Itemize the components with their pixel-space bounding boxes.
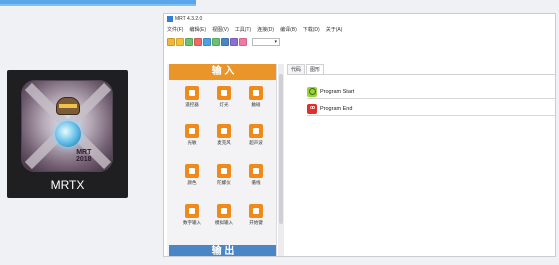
microphone-icon	[217, 124, 231, 138]
window-title: MRT 4.3.2.0	[175, 16, 203, 22]
toolbar-button-7[interactable]	[221, 38, 229, 46]
block-touch[interactable]: 触碰	[239, 86, 273, 112]
menu-edit[interactable]: 编辑(E)	[189, 26, 206, 33]
digital-input-icon	[185, 204, 199, 218]
block-digital-input[interactable]: 数字输入	[175, 204, 209, 230]
block-line-follow[interactable]: 循线	[239, 164, 273, 190]
logo-badge-text-2: 2018	[76, 156, 92, 163]
program-start-node[interactable]: Program Start	[307, 85, 555, 99]
program-end-icon	[307, 103, 317, 114]
logo-badge-text-1: MRT	[76, 149, 92, 156]
block-light[interactable]: 灯光	[207, 86, 241, 112]
light-icon	[217, 86, 231, 100]
line-follow-icon	[249, 164, 263, 178]
top-accent-bar	[0, 0, 196, 6]
toolbar-button-3[interactable]	[185, 38, 193, 46]
menu-connect[interactable]: 连接(D)	[257, 26, 274, 33]
block-analog-input[interactable]: 模拟输入	[207, 204, 241, 230]
block-light-sensor[interactable]: 光敏	[175, 124, 209, 150]
program-canvas[interactable]: Program Start Program End	[287, 74, 555, 256]
analog-input-icon	[217, 204, 231, 218]
menu-compile[interactable]: 编译(B)	[280, 26, 297, 33]
toolbar-button-1[interactable]	[167, 38, 175, 46]
toolbar-button-5[interactable]	[203, 38, 211, 46]
palette-header-input: 输 入	[169, 64, 276, 80]
toolbar-button-8[interactable]	[230, 38, 238, 46]
tab-code[interactable]: 代码	[287, 64, 306, 74]
block-gyro[interactable]: 陀螺仪	[207, 164, 241, 190]
menu-tools[interactable]: 工具(T)	[235, 26, 251, 33]
block-color[interactable]: 颜色	[175, 164, 209, 190]
program-start-label: Program Start	[320, 88, 355, 95]
block-palette: 输 入 遥控器 灯光 触碰 光敏 麦克风 超声波 颜色 陀螺仪 循线 数字输入 …	[167, 64, 277, 256]
toolbar-button-2[interactable]	[176, 38, 184, 46]
touch-icon	[249, 86, 263, 100]
block-remote[interactable]: 遥控器	[175, 86, 209, 112]
palette-header-output: 输 出	[169, 245, 276, 256]
block-microphone[interactable]: 麦克风	[207, 124, 241, 150]
gamepad-icon	[185, 86, 199, 100]
app-name-label: MRTX	[50, 178, 85, 192]
tab-graphic[interactable]: 图形	[306, 64, 325, 74]
block-ultrasonic[interactable]: 超声波	[239, 124, 273, 150]
program-start-icon	[307, 86, 317, 97]
block-start-key[interactable]: 开始键	[239, 204, 273, 230]
editor-tabs: 代码 图形	[287, 64, 325, 74]
program-end-label: Program End	[320, 105, 353, 112]
toolbar-dropdown[interactable]: ▾	[252, 38, 280, 46]
toolbar-button-4[interactable]	[194, 38, 202, 46]
start-key-icon	[249, 204, 263, 218]
program-end-node[interactable]: Program End	[307, 102, 555, 116]
menu-view[interactable]: 视图(V)	[212, 26, 229, 33]
menu-download[interactable]: 下载(D)	[303, 26, 320, 33]
toolbar-button-9[interactable]	[239, 38, 247, 46]
main-window: MRT 4.3.2.0 文件(F) 编辑(E) 视图(V) 工具(T) 连接(D…	[163, 13, 556, 257]
menubar: 文件(F) 编辑(E) 视图(V) 工具(T) 连接(D) 编译(B) 下载(D…	[164, 24, 555, 35]
ultrasonic-icon	[249, 124, 263, 138]
scrollbar-thumb[interactable]	[279, 74, 283, 224]
light-sensor-icon	[185, 124, 199, 138]
menu-file[interactable]: 文件(F)	[167, 26, 183, 33]
titlebar: MRT 4.3.2.0	[164, 14, 555, 24]
palette-scrollbar[interactable]	[278, 64, 284, 256]
gyro-icon	[217, 164, 231, 178]
toolbar: ▾	[164, 35, 555, 49]
toolbar-button-6[interactable]	[212, 38, 220, 46]
mrtx-app-logo-icon: MRT 2018	[21, 80, 113, 172]
app-tile-mrtx[interactable]: MRT 2018 MRTX	[7, 70, 128, 198]
menu-about[interactable]: 关于(A)	[326, 26, 343, 33]
color-sensor-icon	[185, 164, 199, 178]
app-title-icon	[167, 16, 173, 22]
